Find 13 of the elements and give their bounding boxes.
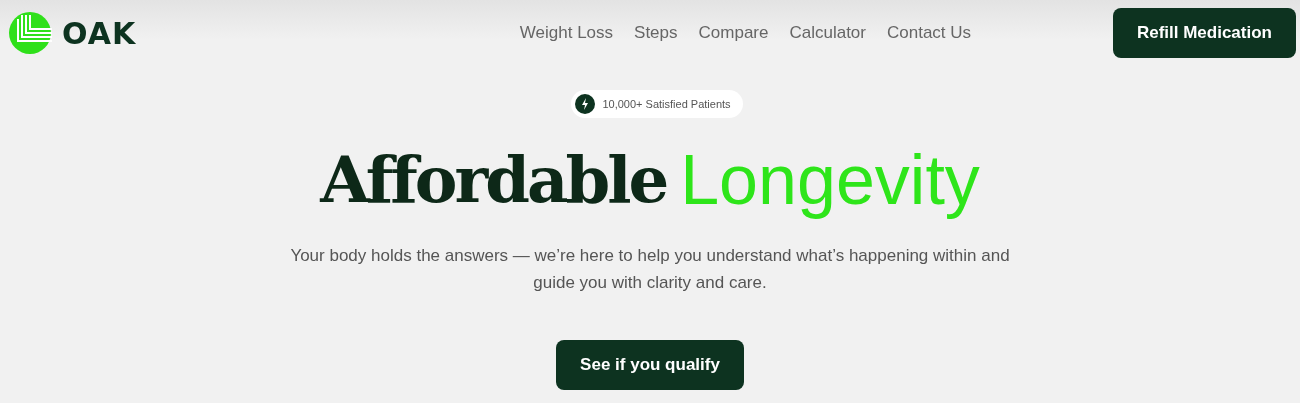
refill-button[interactable]: Refill Medication bbox=[1112, 8, 1296, 58]
qualify-button[interactable]: See if you qualify bbox=[556, 340, 744, 390]
headline-word: Longevity bbox=[680, 140, 980, 220]
subtitle: Your body holds the answers — we’re here to help you understand what’s happening within and guide you with clarity and care. bbox=[289, 245, 1011, 294]
nav-link[interactable]: Contact Us bbox=[887, 23, 972, 43]
badge-text: 10,000+ Satisfied Patients bbox=[602, 98, 731, 110]
headline-word: Affordable bbox=[320, 141, 667, 219]
nav-link[interactable]: Weight Loss bbox=[519, 23, 614, 43]
nav-link[interactable]: Calculator bbox=[789, 23, 866, 43]
logo-icon bbox=[8, 11, 52, 55]
logo-text: OAK bbox=[62, 15, 137, 51]
nav-link[interactable]: Steps bbox=[634, 23, 678, 43]
nav-link[interactable]: Compare bbox=[698, 23, 769, 43]
